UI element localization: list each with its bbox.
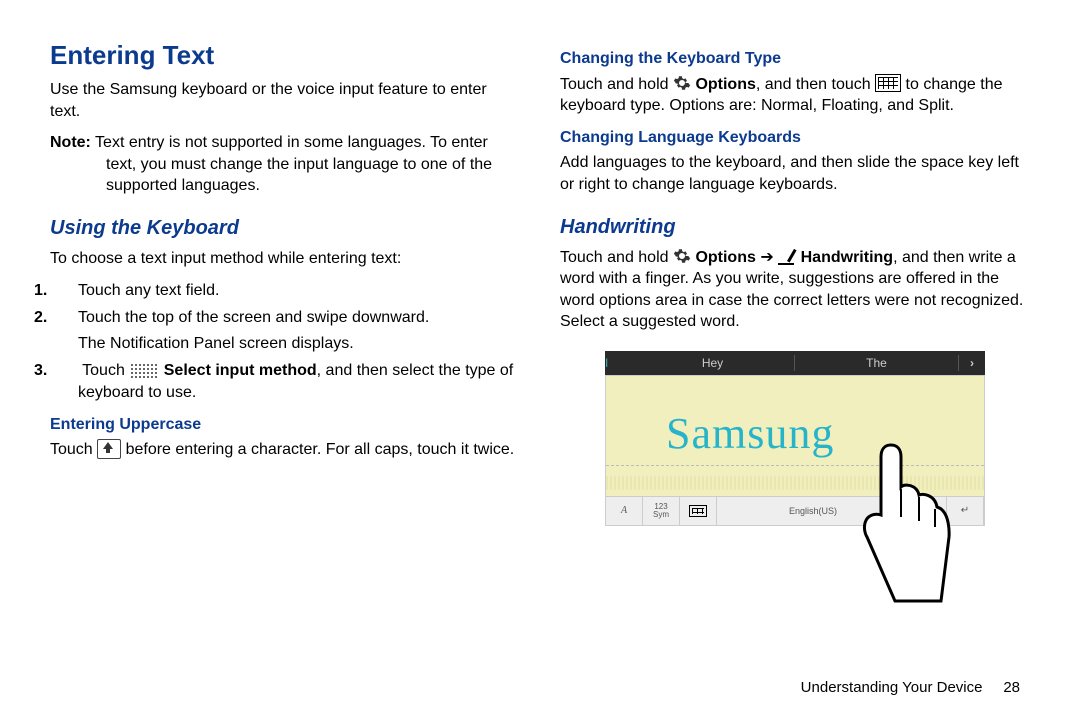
gear-icon-2 bbox=[673, 246, 691, 268]
note-block: Note: Text entry is not supported in som… bbox=[106, 132, 520, 197]
step-3: 3. Touch Select input method, and then s… bbox=[78, 360, 520, 403]
handwritten-word: Samsung bbox=[666, 404, 834, 463]
font-key: A bbox=[606, 497, 643, 525]
chevron-right-icon: › bbox=[959, 355, 985, 371]
right-column: Changing the Keyboard Type Touch and hol… bbox=[560, 38, 1030, 678]
arrow-icon: ➔ bbox=[756, 249, 778, 266]
shift-key-icon bbox=[97, 439, 121, 459]
pointer-hand-icon bbox=[845, 441, 955, 611]
step-2-text: Touch the top of the screen and swipe do… bbox=[78, 309, 429, 326]
using-intro: To choose a text input method while ente… bbox=[50, 248, 520, 270]
type-b: , and then touch bbox=[756, 76, 875, 93]
lang-body: Add languages to the keyboard, and then … bbox=[560, 152, 1030, 195]
suggestion-2: Hey bbox=[631, 355, 795, 371]
note-label: Note: bbox=[50, 134, 91, 151]
page-title: Entering Text bbox=[50, 38, 520, 73]
uppercase-para: Touch before entering a character. For a… bbox=[50, 439, 520, 461]
keyboard-icon bbox=[875, 74, 901, 92]
heading-changing-language: Changing Language Keyboards bbox=[560, 127, 1030, 149]
upper-a: Touch bbox=[50, 441, 97, 458]
suggestion-cursor: I bbox=[605, 355, 631, 371]
heading-changing-type: Changing the Keyboard Type bbox=[560, 48, 1030, 70]
page-footer: Understanding Your Device 28 bbox=[801, 679, 1020, 696]
heading-handwriting: Handwriting bbox=[560, 214, 1030, 241]
options-label-1: Options bbox=[695, 76, 755, 93]
mini-keyboard-icon bbox=[680, 497, 717, 525]
steps-list: 1.Touch any text field. 2.Touch the top … bbox=[50, 280, 520, 404]
hand-a: Touch and hold bbox=[560, 249, 673, 266]
handwriting-para: Touch and hold Options ➔ Handwriting, an… bbox=[560, 247, 1030, 333]
handwriting-pen-icon bbox=[778, 247, 796, 265]
step-2: 2.Touch the top of the screen and swipe … bbox=[78, 307, 520, 354]
intro-text: Use the Samsung keyboard or the voice in… bbox=[50, 79, 520, 122]
step-2-sub: The Notification Panel screen displays. bbox=[78, 333, 520, 355]
options-label-2: Options bbox=[695, 249, 755, 266]
grid-dots-icon bbox=[129, 362, 159, 378]
note-body: Text entry is not supported in some lang… bbox=[95, 134, 492, 194]
handwriting-figure: I Hey The › Samsung A 123 Sym English(US… bbox=[605, 351, 985, 526]
footer-section: Understanding Your Device bbox=[801, 679, 983, 696]
left-column: Entering Text Use the Samsung keyboard o… bbox=[50, 38, 520, 678]
select-input-method-label: Select input method bbox=[164, 362, 317, 379]
step-1: 1.Touch any text field. bbox=[78, 280, 520, 302]
sym-key: 123 Sym bbox=[643, 497, 680, 525]
upper-b: before entering a character. For all cap… bbox=[121, 441, 514, 458]
step-1-text: Touch any text field. bbox=[78, 282, 219, 299]
heading-using-keyboard: Using the Keyboard bbox=[50, 215, 520, 242]
suggestion-3: The bbox=[795, 355, 959, 371]
handwriting-label: Handwriting bbox=[801, 249, 893, 266]
suggestion-bar: I Hey The › bbox=[605, 351, 985, 375]
gear-icon bbox=[673, 73, 691, 95]
footer-page-number: 28 bbox=[1003, 679, 1020, 696]
changing-type-para: Touch and hold Options, and then touch t… bbox=[560, 74, 1030, 117]
step-3-a: Touch bbox=[78, 362, 129, 379]
type-a: Touch and hold bbox=[560, 76, 673, 93]
heading-entering-uppercase: Entering Uppercase bbox=[50, 414, 520, 436]
